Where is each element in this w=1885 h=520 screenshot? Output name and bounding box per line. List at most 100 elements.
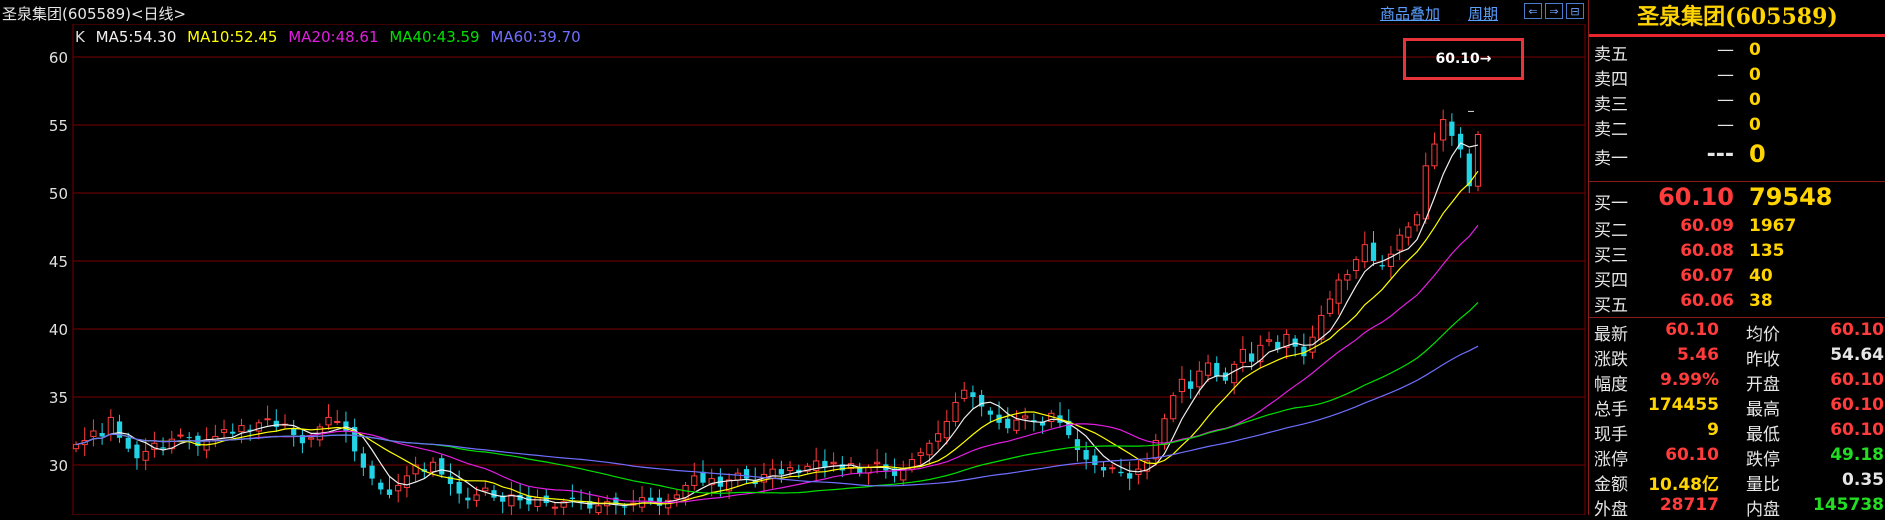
stat-label: 均价 [1746, 325, 1780, 345]
candle-body [1335, 279, 1342, 304]
candle-body [107, 416, 114, 435]
bid-label: 买二 [1594, 221, 1628, 241]
candle-body [403, 475, 411, 488]
candle-body [1178, 378, 1186, 393]
ask-row: 卖二 — 0 [1589, 115, 1885, 140]
legend-k: K [75, 28, 85, 46]
stat-label: 现手 [1594, 425, 1628, 445]
bid-price: 60.08 [1680, 241, 1734, 261]
candle-body [482, 487, 489, 492]
chart-header: 圣泉集团(605589)<日线> 商品叠加 周期 ⇐ ⇒ ⊟ [0, 0, 1588, 24]
stock-title: 圣泉集团(605589) [1637, 4, 1838, 30]
candle-body [90, 430, 97, 437]
candle-body [569, 497, 575, 499]
legend-ma10: MA10:52.45 [187, 28, 278, 46]
stat-label: 昨收 [1746, 350, 1780, 370]
candle-body [1449, 121, 1455, 136]
candle-body [1100, 467, 1107, 471]
stat-label: 最低 [1746, 425, 1780, 445]
candle-body [700, 471, 706, 483]
ask-label: 卖五 [1594, 45, 1628, 65]
stat-value: 60.10 [1665, 320, 1719, 340]
orderbook-separator [1589, 181, 1885, 182]
y-tick-label: 30 [49, 457, 68, 475]
y-tick-label: 40 [49, 321, 68, 339]
price-annotation-box: 60.10→ [1403, 38, 1524, 80]
candle-body [534, 497, 541, 507]
ask-label: 卖一 [1594, 149, 1628, 169]
bid-volume: 38 [1749, 291, 1773, 311]
period-link[interactable]: 周期 [1468, 3, 1498, 24]
y-tick-label: 50 [49, 185, 68, 203]
candle-body [621, 506, 628, 508]
candle-body [230, 431, 236, 434]
candle-body [778, 469, 784, 475]
candle-body [943, 420, 950, 439]
ask-row: 卖五 — 0 [1589, 40, 1885, 65]
ask-volume: 0 [1749, 90, 1761, 110]
legend-ma20: MA20:48.61 [288, 28, 379, 46]
candle-body [934, 433, 942, 442]
window-toggle-icon[interactable]: ⊟ [1566, 3, 1584, 19]
candle-body [1196, 370, 1203, 388]
candle-body [360, 453, 366, 468]
candle-body [1344, 274, 1351, 281]
candle-body [551, 506, 559, 509]
candle-body [395, 484, 402, 492]
ask-volume: 0 [1749, 40, 1761, 60]
stat-value: 5.46 [1677, 345, 1719, 365]
candle-body [1379, 265, 1385, 267]
bid-volume: 79548 [1749, 183, 1833, 211]
candle-body [1265, 339, 1273, 342]
ma10-line [75, 170, 1479, 505]
candlestick-chart[interactable]: 30 35 40 45 50 55 60 [0, 24, 1588, 515]
candle-body [1318, 314, 1325, 340]
bid-row: 买四 60.07 40 [1589, 266, 1885, 291]
ask-price: --- [1706, 142, 1734, 167]
ask-price: — [1717, 90, 1734, 110]
stat-value: 60.10 [1830, 320, 1884, 340]
candle-body [1440, 119, 1447, 141]
candle-body [99, 433, 105, 437]
overlay-link[interactable]: 商品叠加 [1380, 3, 1440, 24]
candle-body [1248, 353, 1255, 362]
stats-row: 总手 174455 最高 60.10 [1589, 395, 1885, 420]
candle-body [508, 494, 515, 507]
candle-body [1013, 419, 1020, 431]
candle-body [1083, 450, 1089, 460]
candle-body [465, 497, 471, 501]
y-tick-label: 60 [49, 49, 68, 67]
legend-ma5: MA5:54.30 [95, 28, 177, 46]
bid-label: 买四 [1594, 271, 1628, 291]
candle-body [1118, 471, 1124, 474]
stat-value: 174455 [1648, 395, 1719, 415]
stat-label: 金额 [1594, 475, 1628, 495]
y-tick-label: 55 [49, 117, 68, 135]
candle-body [291, 428, 297, 436]
legend-ma60: MA60:39.70 [490, 28, 581, 46]
nav-right-icon[interactable]: ⇒ [1545, 3, 1563, 19]
candle-body [952, 401, 959, 422]
candle-body [334, 420, 341, 423]
stat-value: 145738 [1813, 495, 1884, 515]
candle-body [1074, 439, 1081, 451]
candle-body [1161, 418, 1168, 446]
stat-label: 最新 [1594, 325, 1628, 345]
stat-label: 开盘 [1746, 375, 1780, 395]
stat-value: 60.10 [1830, 370, 1884, 390]
stat-value: 60.10 [1830, 420, 1884, 440]
candle-body [1231, 363, 1238, 384]
stat-label: 内盘 [1746, 500, 1780, 520]
candle-body [1170, 395, 1177, 420]
bid-volume: 40 [1749, 266, 1773, 286]
candle-body [769, 468, 776, 480]
ma20-line [75, 224, 1479, 504]
candle-body [264, 418, 271, 421]
bid-label: 买三 [1594, 246, 1628, 266]
bid-price: 60.07 [1680, 266, 1734, 286]
bid-price: 60.10 [1658, 183, 1734, 211]
bid-row: 买三 60.08 135 [1589, 241, 1885, 266]
stat-value: 28717 [1659, 495, 1719, 515]
bid-row: 买二 60.09 1967 [1589, 216, 1885, 241]
nav-left-icon[interactable]: ⇐ [1524, 3, 1542, 19]
